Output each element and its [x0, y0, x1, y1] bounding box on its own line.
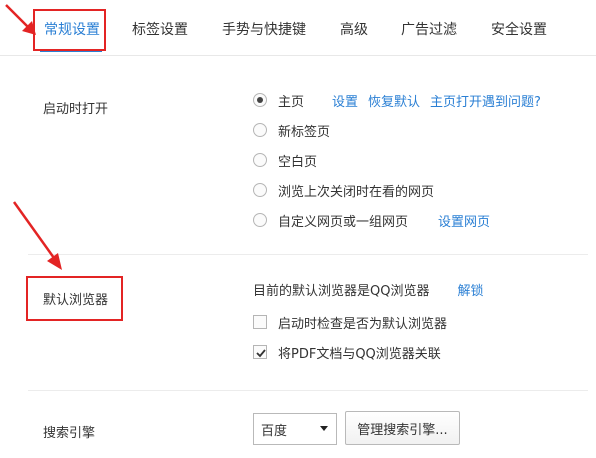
tab-tabs[interactable]: 标签设置: [132, 19, 188, 39]
default-browser-status-row: 目前的默认浏览器是QQ浏览器 解锁: [253, 279, 483, 299]
startup-option-blank[interactable]: 空白页: [253, 150, 317, 170]
pdf-association-row[interactable]: 将PDF文档与QQ浏览器关联: [253, 342, 441, 362]
check-default-label: 启动时检查是否为默认浏览器: [278, 316, 448, 332]
annotation-box-general-tab: [33, 9, 106, 51]
option-label-new-tab: 新标签页: [278, 124, 331, 140]
option-label-blank: 空白页: [278, 154, 318, 170]
search-engine-selected-value: 百度: [261, 423, 288, 439]
radio-custom-pages[interactable]: [253, 213, 267, 227]
option-label-last-session: 浏览上次关闭时在看的网页: [278, 184, 435, 200]
default-browser-section-label: 默认浏览器: [43, 293, 109, 308]
tab-security[interactable]: 安全设置: [491, 19, 547, 39]
tab-gestures-shortcuts[interactable]: 手势与快捷键: [222, 19, 306, 39]
tab-ad-filter[interactable]: 广告过滤: [401, 19, 457, 39]
option-label-homepage: 主页: [278, 94, 305, 110]
radio-homepage[interactable]: [253, 93, 267, 107]
manage-search-engines-button[interactable]: 管理搜索引擎...: [345, 411, 460, 445]
startup-option-last-session[interactable]: 浏览上次关闭时在看的网页: [253, 180, 434, 200]
pdf-association-label: 将PDF文档与QQ浏览器关联: [278, 346, 441, 362]
checkmark-icon: [256, 349, 266, 358]
custom-pages-settings-link[interactable]: 设置网页: [438, 211, 490, 230]
startup-option-homepage[interactable]: 主页 设置 恢复默认 主页打开遇到问题?: [253, 90, 541, 110]
section-divider: [28, 254, 588, 255]
radio-blank-page[interactable]: [253, 153, 267, 167]
tab-advanced[interactable]: 高级: [340, 19, 368, 39]
pdf-association-checkbox[interactable]: [253, 345, 267, 359]
unlock-link[interactable]: 解锁: [457, 280, 483, 299]
check-default-on-startup-row[interactable]: 启动时检查是否为默认浏览器: [253, 312, 447, 332]
annotation-arrow-icon: [5, 4, 36, 35]
radio-new-tab[interactable]: [253, 123, 267, 137]
check-default-checkbox[interactable]: [253, 315, 267, 329]
startup-section-label: 启动时打开: [43, 102, 109, 117]
homepage-problem-link[interactable]: 主页打开遇到问题?: [430, 91, 541, 110]
search-engine-section-label: 搜索引擎: [43, 426, 96, 441]
restore-default-link[interactable]: 恢复默认: [368, 91, 420, 110]
annotation-arrow-icon: [12, 201, 62, 270]
startup-option-custom[interactable]: 自定义网页或一组网页 设置网页: [253, 210, 490, 230]
search-engine-select[interactable]: 百度: [253, 413, 337, 445]
section-divider: [28, 390, 588, 391]
default-browser-status: 目前的默认浏览器是QQ浏览器: [253, 283, 430, 299]
homepage-settings-link[interactable]: 设置: [332, 91, 358, 110]
option-label-custom: 自定义网页或一组网页: [278, 214, 409, 230]
startup-option-new-tab[interactable]: 新标签页: [253, 120, 330, 140]
radio-last-session[interactable]: [253, 183, 267, 197]
chevron-down-icon: [320, 426, 328, 431]
